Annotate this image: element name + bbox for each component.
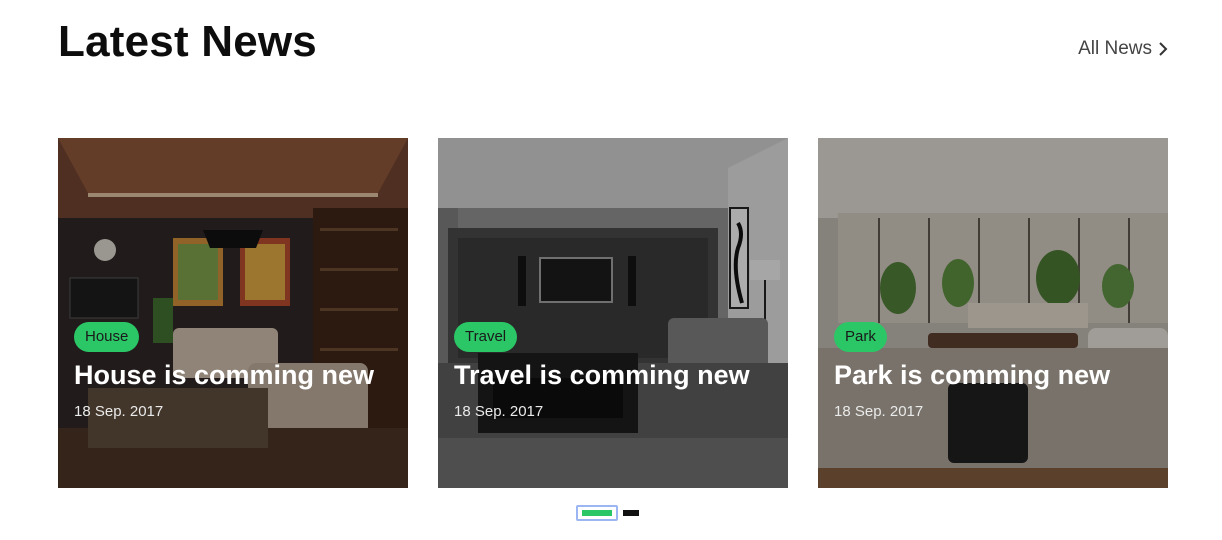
card-title[interactable]: Park is comming new bbox=[834, 360, 1152, 391]
news-card[interactable]: Travel Travel is comming new 18 Sep. 201… bbox=[438, 138, 788, 488]
card-title[interactable]: House is comming new bbox=[74, 360, 392, 391]
news-card[interactable]: Park Park is comming new 18 Sep. 2017 bbox=[818, 138, 1168, 488]
card-date: 18 Sep. 2017 bbox=[74, 403, 164, 420]
all-news-link[interactable]: All News bbox=[1078, 38, 1168, 60]
pager-dot[interactable] bbox=[623, 510, 639, 516]
chevron-right-icon bbox=[1158, 41, 1168, 57]
pager-dot-active[interactable] bbox=[576, 505, 618, 521]
latest-news-section: Latest News All News House House is comm… bbox=[0, 0, 1222, 540]
card-date: 18 Sep. 2017 bbox=[834, 403, 924, 420]
category-badge[interactable]: Travel bbox=[454, 322, 518, 352]
pager-dot-fill bbox=[582, 510, 612, 516]
all-news-label: All News bbox=[1078, 38, 1152, 59]
category-badge[interactable]: House bbox=[74, 322, 140, 352]
news-card[interactable]: House House is comming new 18 Sep. 2017 bbox=[58, 138, 408, 488]
category-badge[interactable]: Park bbox=[834, 322, 887, 352]
card-date: 18 Sep. 2017 bbox=[454, 403, 544, 420]
card-title[interactable]: Travel is comming new bbox=[454, 360, 772, 391]
carousel-pager bbox=[576, 505, 639, 521]
news-card-list: House House is comming new 18 Sep. 2017 bbox=[58, 138, 1168, 488]
section-title: Latest News bbox=[58, 17, 317, 66]
